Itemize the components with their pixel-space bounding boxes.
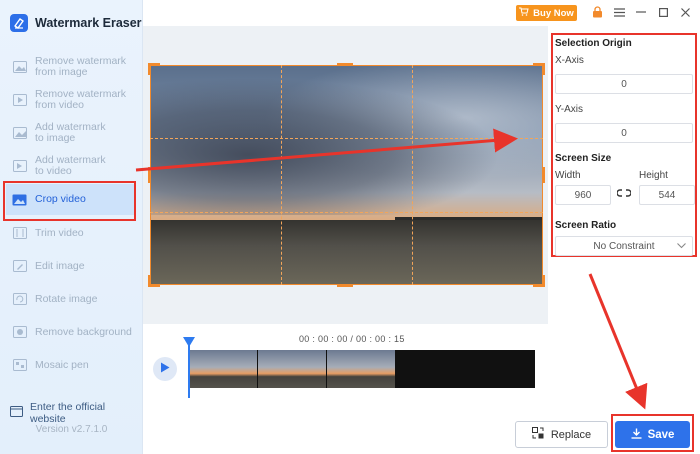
crop-settings-panel: Selection Origin X-Axis 0 Y-Axis 0 Scree… bbox=[551, 33, 697, 257]
height-input[interactable]: 544 bbox=[639, 185, 695, 205]
trim-icon bbox=[12, 226, 27, 240]
mosaic-icon bbox=[12, 358, 27, 372]
crop-selection[interactable] bbox=[150, 65, 543, 285]
rotate-icon bbox=[12, 292, 27, 306]
video-preview-area bbox=[143, 26, 548, 324]
sidebar-item-label: Trim video bbox=[35, 226, 84, 239]
menu-icon[interactable] bbox=[612, 5, 626, 19]
sidebar-item-label: to image bbox=[35, 132, 76, 144]
sidebar-item-label: Mosaic pen bbox=[35, 358, 89, 371]
download-icon bbox=[631, 428, 642, 442]
x-axis-input[interactable]: 0 bbox=[555, 74, 693, 94]
eraser-icon bbox=[10, 14, 28, 32]
screen-size-heading: Screen Size bbox=[555, 153, 612, 164]
chevron-down-icon bbox=[677, 241, 686, 252]
replace-button[interactable]: Replace bbox=[515, 421, 608, 448]
app-title: Watermark Eraser bbox=[35, 16, 142, 30]
sidebar-item-remove-background[interactable]: Remove background bbox=[6, 325, 134, 339]
sidebar-item-label: from video bbox=[35, 99, 85, 111]
timeline: 00 : 00 : 00 / 00 : 00 : 15 bbox=[143, 324, 548, 416]
replace-label: Replace bbox=[550, 428, 592, 441]
playhead[interactable] bbox=[188, 340, 190, 398]
crop-handle-top[interactable] bbox=[337, 63, 353, 66]
screen-ratio-heading: Screen Ratio bbox=[555, 220, 617, 231]
screen-ratio-value: No Constraint bbox=[593, 240, 655, 252]
maximize-icon[interactable] bbox=[656, 5, 670, 19]
link-aspect-icon[interactable] bbox=[616, 188, 632, 200]
buy-now-button[interactable]: Buy Now bbox=[516, 5, 577, 21]
app-logo: Watermark Eraser bbox=[10, 12, 142, 34]
save-button[interactable]: Save bbox=[615, 421, 690, 448]
sidebar-item-remove-watermark-image[interactable]: Remove watermark from image bbox=[6, 56, 134, 78]
screen-ratio-select[interactable]: No Constraint bbox=[555, 236, 693, 256]
y-axis-input[interactable]: 0 bbox=[555, 123, 693, 143]
play-button[interactable] bbox=[153, 357, 177, 381]
height-label: Height bbox=[639, 170, 668, 181]
y-axis-label: Y-Axis bbox=[555, 104, 583, 115]
annotation-highlight-crop-video bbox=[3, 181, 136, 221]
sidebar-item-label: to video bbox=[35, 165, 72, 177]
timecode: 00 : 00 : 00 / 00 : 00 : 15 bbox=[299, 334, 405, 344]
sidebar-item-edit-image[interactable]: Edit image bbox=[6, 259, 134, 273]
crop-handle-top-right[interactable] bbox=[533, 63, 545, 75]
play-icon bbox=[160, 362, 170, 376]
playhead-handle[interactable] bbox=[183, 337, 195, 347]
buy-now-label: Buy Now bbox=[533, 7, 574, 19]
sidebar-item-trim-video[interactable]: Trim video bbox=[6, 226, 134, 240]
close-icon[interactable] bbox=[678, 5, 692, 19]
sidebar-item-label: Remove background bbox=[35, 325, 132, 338]
minimize-icon[interactable] bbox=[634, 5, 648, 19]
width-input[interactable]: 960 bbox=[555, 185, 611, 205]
official-website-label: Enter the official website bbox=[30, 401, 106, 425]
browser-icon bbox=[10, 406, 23, 420]
timeline-thumbnail bbox=[258, 350, 326, 388]
lock-icon[interactable] bbox=[590, 5, 604, 19]
sidebar-item-label: Rotate image bbox=[35, 292, 98, 305]
crop-handle-bottom-right[interactable] bbox=[533, 275, 545, 287]
sidebar-item-remove-watermark-video[interactable]: Remove watermark from video bbox=[6, 89, 134, 111]
image-icon bbox=[12, 60, 27, 74]
sidebar-item-rotate-image[interactable]: Rotate image bbox=[6, 292, 134, 306]
video-icon bbox=[12, 93, 27, 107]
background-icon bbox=[12, 325, 27, 339]
selection-origin-heading: Selection Origin bbox=[555, 38, 632, 49]
crop-handle-right[interactable] bbox=[542, 167, 545, 183]
sidebar-item-add-watermark-video[interactable]: Add watermark to video bbox=[6, 155, 134, 177]
timeline-thumbnail bbox=[189, 350, 257, 388]
crop-handle-left[interactable] bbox=[148, 167, 151, 183]
sidebar: Watermark Eraser Remove watermark from im… bbox=[0, 0, 143, 454]
arrow-to-save bbox=[588, 273, 648, 410]
title-bar: Buy Now bbox=[143, 0, 700, 26]
sidebar-item-mosaic-pen[interactable]: Mosaic pen bbox=[6, 358, 134, 372]
sidebar-item-label: from image bbox=[35, 66, 88, 78]
crop-handle-bottom[interactable] bbox=[337, 284, 353, 287]
x-axis-label: X-Axis bbox=[555, 55, 584, 66]
version-text: Version v2.7.1.0 bbox=[35, 424, 108, 435]
image-add-icon bbox=[12, 126, 27, 140]
sidebar-item-add-watermark-image[interactable]: Add watermark to image bbox=[6, 122, 134, 144]
video-add-icon bbox=[12, 159, 27, 173]
timeline-thumbnail bbox=[327, 350, 395, 388]
cart-icon bbox=[519, 7, 529, 19]
width-label: Width bbox=[555, 170, 581, 181]
save-label: Save bbox=[647, 428, 675, 441]
official-website-link[interactable]: Enter the official website bbox=[10, 401, 142, 425]
edit-image-icon bbox=[12, 259, 27, 273]
crop-handle-bottom-left[interactable] bbox=[148, 275, 160, 287]
timeline-track[interactable] bbox=[189, 350, 535, 388]
crop-handle-top-left[interactable] bbox=[148, 63, 160, 75]
replace-icon bbox=[531, 427, 544, 442]
sidebar-item-label: Edit image bbox=[35, 259, 85, 272]
